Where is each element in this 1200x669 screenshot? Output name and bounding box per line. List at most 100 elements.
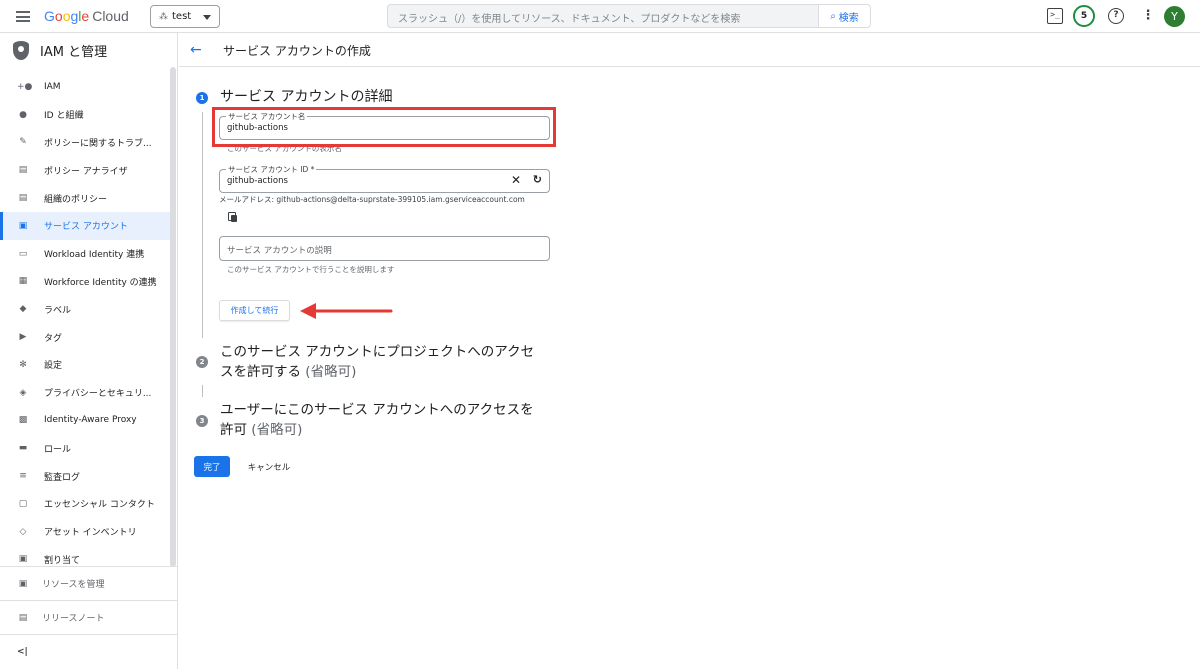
step-2-optional: (省略可) <box>305 364 357 380</box>
sidebar-item-essential-contacts[interactable]: ▢ エッセンシャル コンタクト <box>0 490 170 518</box>
copy-icon[interactable] <box>228 212 237 222</box>
search-button[interactable]: ⌕ 検索 <box>818 4 871 28</box>
page-header: ← サービス アカウントの作成 <box>179 33 1200 67</box>
service-account-id-field[interactable]: サービス アカウント ID * github-actions ✕ ↻ <box>219 164 550 193</box>
role-icon: ▬ <box>18 443 28 454</box>
description-hint: このサービス アカウントで行うことを説明します <box>227 265 395 274</box>
sidebar-item-label: Workforce Identity の連携 <box>44 277 157 288</box>
more-vert-icon[interactable]: ⋮ <box>1140 8 1156 24</box>
back-arrow-icon[interactable]: ← <box>190 42 202 58</box>
sidebar-item-workforce-identity[interactable]: ▦ Workforce Identity の連携 <box>0 268 170 296</box>
create-and-continue-button[interactable]: 作成して続行 <box>219 300 290 321</box>
clear-icon[interactable]: ✕ <box>511 173 521 187</box>
main-menu-icon[interactable] <box>16 11 30 22</box>
sidebar-item-label: サービス アカウント <box>44 222 128 233</box>
gear-icon: ✻ <box>19 359 27 370</box>
notifications-badge[interactable]: 5 <box>1073 5 1095 27</box>
release-notes-icon: ▤ <box>18 612 28 623</box>
step-2-title-line1: このサービス アカウントにプロジェクトへのアクセ <box>220 344 535 360</box>
step-2-title: このサービス アカウントにプロジェクトへのアクセ スを許可する (省略可) <box>220 342 534 382</box>
sidebar-item-policy-analyzer[interactable]: ▤ ポリシー アナライザ <box>0 156 170 184</box>
help-icon[interactable]: ? <box>1108 8 1124 24</box>
sidebar-item-label: ラベル <box>44 305 72 316</box>
tag-icon: ▶ <box>19 332 27 343</box>
step-1-number: 1 <box>196 92 208 104</box>
analyzer-icon: ▤ <box>18 165 28 176</box>
done-button[interactable]: 完了 <box>194 456 230 477</box>
collapse-icon: <| <box>17 646 28 657</box>
sidebar-scrollbar[interactable] <box>170 67 176 567</box>
list-icon: ▤ <box>18 193 28 204</box>
asset-icon: ◇ <box>19 526 27 537</box>
sidebar-item-label: Identity-Aware Proxy <box>44 415 137 426</box>
step-3-optional: (省略可) <box>251 422 303 438</box>
sidebar-item-service-accounts[interactable]: ▣ サービス アカウント <box>0 211 170 240</box>
project-icon: ⁂ <box>159 11 168 22</box>
step-2-title-line2: スを許可する <box>220 364 301 380</box>
sidebar-item-privacy-security[interactable]: ◈ プライバシーとセキュリ... <box>0 379 170 407</box>
red-arrow-annotation <box>300 303 393 319</box>
cloud-shell-icon[interactable]: >_ <box>1047 8 1063 24</box>
service-account-id-label: サービス アカウント ID * <box>226 164 317 175</box>
cancel-button[interactable]: キャンセル <box>240 456 298 477</box>
sidebar-item-label: ID と組織 <box>44 111 84 122</box>
sidebar-item-iam[interactable]: +● IAM <box>0 73 170 101</box>
service-account-id-value: github-actions <box>227 176 288 186</box>
person-add-icon: +● <box>17 81 33 92</box>
refresh-icon[interactable]: ↻ <box>533 173 542 186</box>
iam-shield-icon <box>13 40 29 60</box>
project-selector[interactable]: ⁂ test <box>150 5 220 28</box>
shield-icon: ◈ <box>19 387 27 398</box>
sidebar-item-label: プライバシーとセキュリ... <box>44 389 152 400</box>
release-notes-link[interactable]: ▤ リリースノート <box>0 600 177 634</box>
page-title: サービス アカウントの作成 <box>223 44 371 58</box>
sidebar-item-label: ロール <box>44 444 72 455</box>
sidebar-item-id-org[interactable]: ● ID と組織 <box>0 101 170 129</box>
sidebar-item-label: 組織のポリシー <box>44 194 108 205</box>
sidebar-item-roles[interactable]: ▬ ロール <box>0 434 170 462</box>
sidebar-header: IAM と管理 <box>0 33 177 67</box>
sidebar-item-labels[interactable]: ◆ ラベル <box>0 295 170 323</box>
sidebar-item-label: 監査ログ <box>44 472 81 483</box>
release-notes-label: リリースノート <box>42 614 105 624</box>
search-input[interactable]: スラッシュ（/）を使用してリソース、ドキュメント、プロダクトなどを検索 <box>387 4 819 28</box>
sidebar-item-label: ポリシー アナライザ <box>44 166 128 177</box>
service-account-icon: ▣ <box>18 220 28 231</box>
sidebar-item-tags[interactable]: ▶ タグ <box>0 323 170 351</box>
sidebar-item-iap[interactable]: ▩ Identity-Aware Proxy <box>0 407 170 435</box>
step-connector <box>202 112 203 338</box>
manage-resources-label: リソースを管理 <box>42 580 105 590</box>
quota-icon: ▣ <box>18 554 28 565</box>
step-3-title-line2: 許可 <box>220 422 247 438</box>
audit-log-icon: ≡ <box>19 471 27 482</box>
sidebar-item-policy-troubleshooter[interactable]: ✎ ポリシーに関するトラブ... <box>0 129 170 157</box>
id-card-icon: ▭ <box>18 248 28 259</box>
step-3-number: 3 <box>196 415 208 427</box>
sidebar-item-settings[interactable]: ✻ 設定 <box>0 351 170 379</box>
avatar[interactable]: Y <box>1164 6 1185 27</box>
sidebar-item-org-policies[interactable]: ▤ 組織のポリシー <box>0 184 170 212</box>
sidebar-item-label: ポリシーに関するトラブ... <box>44 138 152 149</box>
manage-resources-link[interactable]: ▣ リソースを管理 <box>0 566 177 600</box>
service-account-description-field[interactable]: サービス アカウントの説明 <box>219 236 550 261</box>
sidebar-item-label: IAM <box>44 81 61 92</box>
highlight-annotation-box <box>212 107 556 147</box>
sidebar-item-label: Workload Identity 連携 <box>44 250 145 261</box>
label-icon: ◆ <box>19 304 27 315</box>
google-cloud-logo[interactable]: Google Cloud <box>44 8 129 24</box>
collapse-sidebar-button[interactable]: <| <box>0 634 177 668</box>
sidebar: IAM と管理 +● IAM ● ID と組織 ✎ ポリシーに関するトラブ... ▤ ポ… <box>0 33 178 669</box>
folder-icon: ▣ <box>18 578 28 589</box>
step-3-title: ユーザーにこのサービス アカウントへのアクセスを 許可 (省略可) <box>220 400 534 440</box>
sidebar-item-workload-identity[interactable]: ▭ Workload Identity 連携 <box>0 240 170 268</box>
proxy-icon: ▩ <box>18 415 28 426</box>
sidebar-title: IAM と管理 <box>40 44 108 60</box>
step-2-number: 2 <box>196 356 208 368</box>
sidebar-item-label: アセット インベントリ <box>44 528 137 539</box>
top-bar: Google Cloud ⁂ test スラッシュ（/）を使用してリソース、ドキュ… <box>0 0 1200 33</box>
chevron-down-icon <box>203 15 211 20</box>
sidebar-item-asset-inventory[interactable]: ◇ アセット インベントリ <box>0 518 170 546</box>
workforce-icon: ▦ <box>18 276 28 287</box>
sidebar-item-audit-logs[interactable]: ≡ 監査ログ <box>0 462 170 490</box>
step-1-title: サービス アカウントの詳細 <box>220 89 393 105</box>
